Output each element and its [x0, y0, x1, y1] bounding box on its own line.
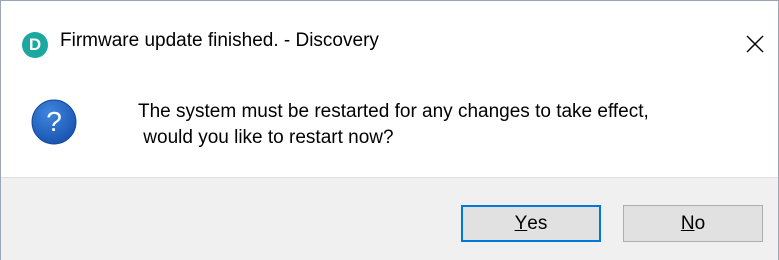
dialog-content: ? The system must be restarted for any c…: [1, 89, 778, 177]
yes-button[interactable]: Yes: [461, 205, 601, 242]
title-bar[interactable]: D Firmware update finished. - Discovery: [1, 1, 778, 89]
close-icon: [746, 35, 764, 53]
no-button[interactable]: No: [623, 205, 763, 242]
app-icon: D: [22, 32, 48, 58]
question-icon: ?: [31, 99, 77, 145]
close-button[interactable]: [732, 21, 778, 67]
dialog-message: The system must be restarted for any cha…: [138, 99, 649, 151]
no-accelerator: N: [680, 212, 695, 234]
yes-label-rest: es: [527, 212, 548, 234]
message-dialog: D Firmware update finished. - Discovery …: [0, 0, 779, 260]
window-title: Firmware update finished. - Discovery: [60, 30, 379, 51]
message-line-2: would you like to restart now?: [138, 127, 394, 148]
yes-accelerator: Y: [514, 212, 528, 234]
svg-text:?: ?: [46, 106, 62, 137]
no-label-rest: o: [694, 212, 706, 234]
button-bar: Yes No: [1, 177, 778, 260]
message-line-1: The system must be restarted for any cha…: [138, 101, 649, 122]
